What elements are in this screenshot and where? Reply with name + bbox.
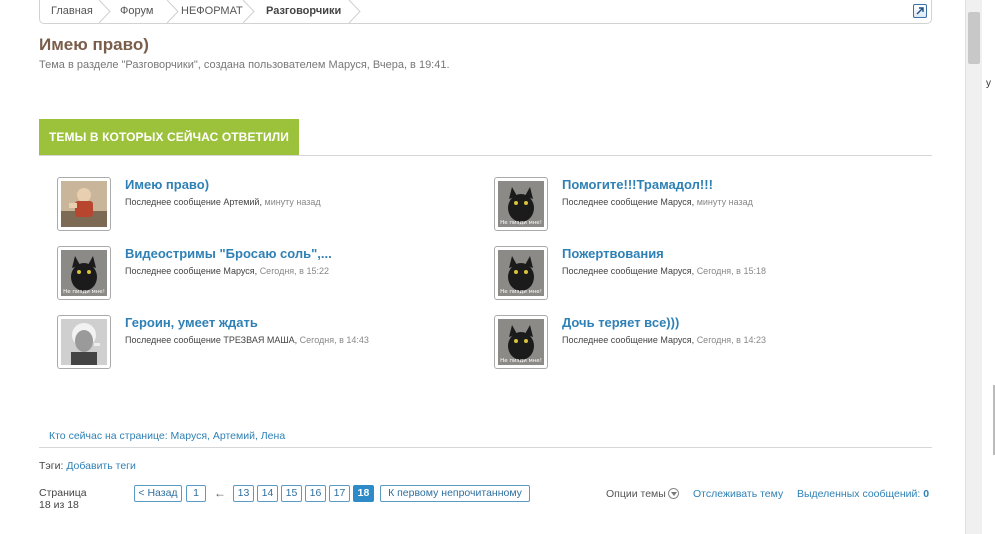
man-icon — [61, 181, 107, 227]
chevron-down-icon — [667, 488, 679, 499]
meta-time: Сегодня, в 15:18 — [696, 266, 766, 276]
thread-options-button[interactable]: Опции темы — [606, 488, 679, 500]
avatar[interactable] — [57, 315, 111, 369]
prev-page-button[interactable]: < Назад — [134, 485, 182, 502]
cat-icon: Не пизди мне! — [61, 250, 107, 296]
avatar[interactable]: Не пизди мне! — [494, 315, 548, 369]
thread-meta: Последнее сообщение Артемий, минуту наза… — [125, 197, 321, 207]
watch-thread-link[interactable]: Отслеживать тему — [693, 488, 783, 500]
add-tags-link[interactable]: Добавить теги — [66, 460, 136, 472]
thread-meta: Последнее сообщение ТРЕЗВАЯ МАША, Сегодн… — [125, 335, 369, 345]
meta-user[interactable]: Маруся — [660, 197, 691, 207]
edge-text: у — [986, 78, 991, 89]
avatar-caption: Не пизди мне! — [500, 289, 542, 295]
selected-label: Выделенных сообщений: — [797, 488, 921, 500]
page-info: Страница 18 из 18 — [39, 487, 87, 511]
breadcrumb-item-home[interactable]: Главная — [40, 0, 93, 23]
divider — [39, 447, 932, 448]
meta-user[interactable]: ТРЕЗВАЯ МАША — [223, 335, 294, 345]
first-unread-button[interactable]: К первому непрочитанному — [380, 485, 530, 502]
meta-user[interactable]: Маруся — [660, 335, 691, 345]
cat-icon: Не пизди мне! — [498, 181, 544, 227]
thread-title[interactable]: Дочь теряет все))) — [562, 315, 679, 330]
avatar-caption: Не пизди мне! — [500, 220, 542, 226]
avatar-caption: Не пизди мне! — [63, 289, 105, 295]
thread-title[interactable]: Пожертвования — [562, 246, 664, 261]
meta-prefix: Последнее сообщение — [562, 335, 658, 345]
breadcrumb-label: Форум — [120, 5, 154, 17]
page-subtitle: Тема в разделе "Разговорчики", создана п… — [39, 59, 450, 71]
breadcrumb-separator — [243, 0, 255, 23]
selected-messages[interactable]: Выделенных сообщений: 0 — [797, 488, 929, 500]
scrollbar-thumb[interactable] — [968, 12, 980, 64]
breadcrumb-item-razgovorchiki[interactable]: Разговорчики — [255, 0, 341, 23]
recent-threads-header: ТЕМЫ В КОТОРЫХ СЕЙЧАС ОТВЕТИЛИ — [39, 119, 299, 155]
thread-title[interactable]: Видеостримы "Бросаю соль",... — [125, 246, 332, 261]
external-link-icon[interactable] — [913, 4, 927, 18]
vertical-scrollbar[interactable] — [965, 0, 982, 534]
cat-icon: Не пизди мне! — [498, 319, 544, 365]
page-link[interactable]: 1 — [186, 485, 206, 502]
tags-label: Тэги: — [39, 460, 64, 472]
meta-user[interactable]: Маруся — [660, 266, 691, 276]
thread-title[interactable]: Имею право) — [125, 177, 209, 192]
meta-time: Сегодня, в 14:43 — [299, 335, 369, 345]
divider — [39, 155, 932, 156]
thread-meta: Последнее сообщение Маруся, Сегодня, в 1… — [125, 266, 329, 276]
page-title: Имею право) — [39, 35, 149, 54]
breadcrumb-item-neformat[interactable]: НЕФОРМАТ — [170, 0, 243, 23]
tags-row: Тэги: Добавить теги — [39, 460, 136, 472]
meta-comma: , — [691, 266, 695, 276]
meta-time: Сегодня, в 15:22 — [259, 266, 329, 276]
online-users: Кто сейчас на странице: Маруся, Артемий,… — [49, 430, 285, 442]
thread-title[interactable]: Помогите!!!Трамадол!!! — [562, 177, 713, 192]
thread-meta: Последнее сообщение Маруся, Сегодня, в 1… — [562, 335, 766, 345]
breadcrumb-label: Главная — [51, 5, 93, 17]
avatar[interactable]: Не пизди мне! — [57, 246, 111, 300]
meta-time: Сегодня, в 14:23 — [696, 335, 766, 345]
selected-count: 0 — [923, 488, 930, 500]
thread-meta: Последнее сообщение Маруся, Сегодня, в 1… — [562, 266, 766, 276]
page-link[interactable]: 16 — [305, 485, 326, 502]
cat-icon: Не пизди мне! — [498, 250, 544, 296]
avatar[interactable]: Не пизди мне! — [494, 177, 548, 231]
meta-prefix: Последнее сообщение — [125, 197, 221, 207]
meta-user[interactable]: Артемий — [223, 197, 259, 207]
breadcrumb: Главная Форум НЕФОРМАТ Разговорчики — [39, 0, 932, 24]
breadcrumb-label: Разговорчики — [266, 5, 342, 17]
avatar[interactable]: Не пизди мне! — [494, 246, 548, 300]
breadcrumb-label: НЕФОРМАТ — [181, 5, 243, 17]
breadcrumb-item-forum[interactable]: Форум — [109, 0, 153, 23]
meta-comma: , — [294, 335, 298, 345]
meta-comma: , — [254, 266, 258, 276]
avatar-caption: Не пизди мне! — [500, 358, 542, 364]
meta-prefix: Последнее сообщение — [125, 266, 221, 276]
meta-comma: , — [691, 335, 695, 345]
page: Главная Форум НЕФОРМАТ Разговорчики Имею… — [0, 0, 965, 534]
meta-time: минуту назад — [264, 197, 321, 207]
meta-prefix: Последнее сообщение — [125, 335, 221, 345]
avatar[interactable] — [57, 177, 111, 231]
thread-title[interactable]: Героин, умеет ждать — [125, 315, 258, 330]
thread-options-label: Опции темы — [606, 488, 666, 500]
meta-comma: , — [691, 197, 695, 207]
breadcrumb-separator — [349, 0, 361, 23]
meta-time: минуту назад — [696, 197, 753, 207]
page-link[interactable]: 13 — [233, 485, 254, 502]
page-link[interactable]: 15 — [281, 485, 302, 502]
woman-icon — [61, 319, 107, 365]
meta-user[interactable]: Маруся — [223, 266, 254, 276]
meta-prefix: Последнее сообщение — [562, 197, 658, 207]
meta-comma: , — [259, 197, 262, 207]
page-gap-arrow: ← — [214, 486, 226, 500]
page-link[interactable]: 14 — [257, 485, 278, 502]
online-user-list[interactable]: Маруся, Артемий, Лена — [171, 430, 286, 442]
page-link[interactable]: 17 — [329, 485, 350, 502]
online-label: Кто сейчас на странице: — [49, 430, 168, 442]
thread-meta: Последнее сообщение Маруся, минуту назад — [562, 197, 753, 207]
meta-prefix: Последнее сообщение — [562, 266, 658, 276]
current-page: 18 — [353, 485, 374, 502]
